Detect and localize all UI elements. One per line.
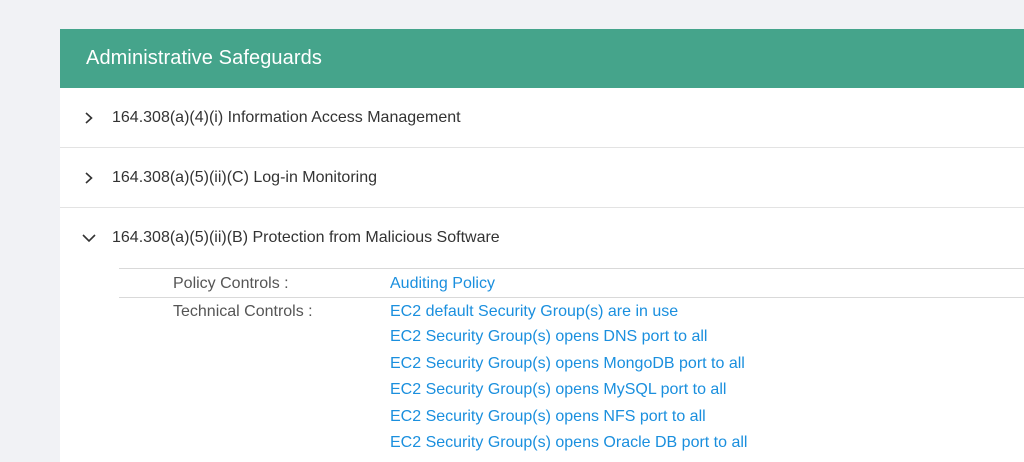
policy-link-auditing-policy[interactable]: Auditing Policy [390,273,495,295]
technical-link-nfs-port[interactable]: EC2 Security Group(s) opens NFS port to … [390,404,747,431]
technical-controls-label: Technical Controls : [173,303,313,320]
policy-controls-links: Auditing Policy [390,273,495,295]
accordion-row-information-access-management[interactable]: 164.308(a)(4)(i) Information Access Mana… [60,88,1024,148]
controls-details: Policy Controls : Auditing Policy Techni… [119,268,1024,457]
technical-controls-links: EC2 default Security Group(s) are in use… [390,301,747,457]
accordion-row-log-in-monitoring[interactable]: 164.308(a)(5)(ii)(C) Log-in Monitoring [60,148,1024,208]
panel-title: Administrative Safeguards [86,47,322,69]
policy-controls-row: Policy Controls : Auditing Policy [119,268,1024,297]
technical-link-mongodb-port[interactable]: EC2 Security Group(s) opens MongoDB port… [390,351,747,378]
accordion-row-label: 164.308(a)(5)(ii)(C) Log-in Monitoring [112,168,377,186]
chevron-right-icon[interactable] [82,111,96,125]
chevron-right-icon[interactable] [82,171,96,185]
policy-controls-label: Policy Controls : [173,275,289,292]
technical-link-oracle-db-port[interactable]: EC2 Security Group(s) opens Oracle DB po… [390,430,747,457]
technical-link-dns-port[interactable]: EC2 Security Group(s) opens DNS port to … [390,324,747,351]
panel-header: Administrative Safeguards [60,29,1024,88]
chevron-down-icon[interactable] [82,231,96,245]
technical-link-default-security-group[interactable]: EC2 default Security Group(s) are in use [390,301,747,323]
accordion-row-label: 164.308(a)(4)(i) Information Access Mana… [112,108,461,126]
safeguards-panel: Administrative Safeguards 164.308(a)(4)(… [60,29,1024,462]
accordion-row-protection-from-malicious-software[interactable]: 164.308(a)(5)(ii)(B) Protection from Mal… [60,208,1024,268]
technical-controls-row: Technical Controls : EC2 default Securit… [119,297,1024,457]
technical-link-mysql-port[interactable]: EC2 Security Group(s) opens MySQL port t… [390,377,747,404]
accordion-row-label: 164.308(a)(5)(ii)(B) Protection from Mal… [112,229,500,246]
